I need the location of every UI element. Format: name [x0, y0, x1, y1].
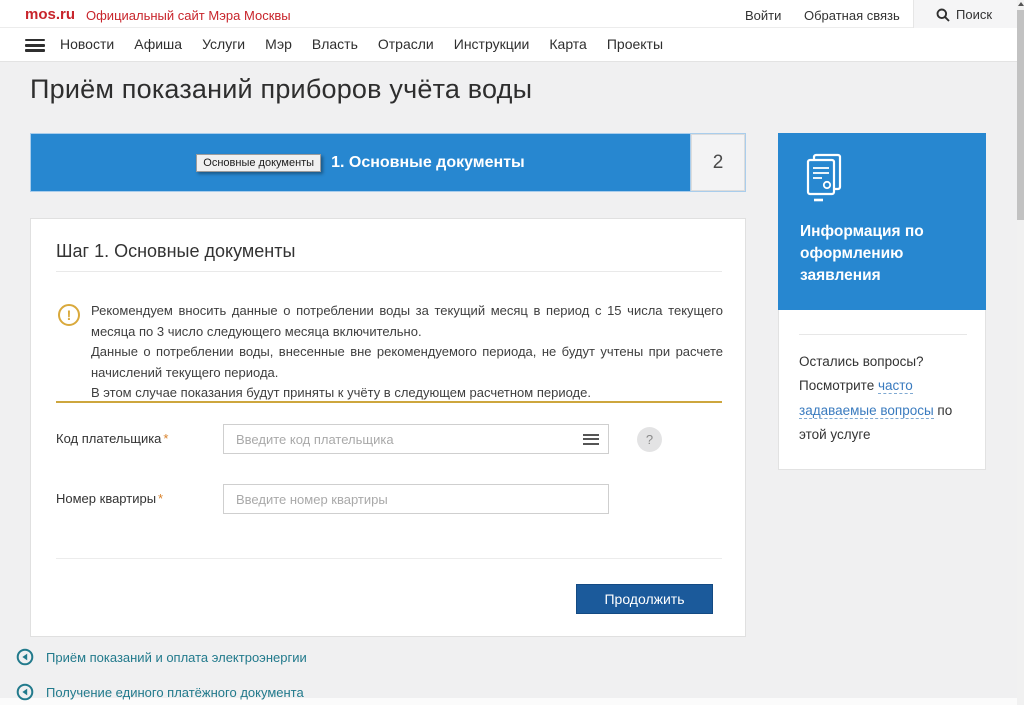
nav-item-authority[interactable]: Власть	[312, 36, 358, 52]
scrollbar-thumb[interactable]	[1017, 10, 1024, 220]
circle-arrow-icon	[16, 648, 34, 666]
nav-item-projects[interactable]: Проекты	[607, 36, 663, 52]
application-info-card[interactable]: Информация по оформлению заявления	[778, 133, 986, 310]
top-header: mos.ru Официальный сайт Мэра Москвы Войт…	[0, 0, 1017, 28]
page: mos.ru Официальный сайт Мэра Москвы Войт…	[0, 0, 1024, 705]
divider	[56, 271, 722, 272]
sidebar: Информация по оформлению заявления Остал…	[778, 133, 986, 470]
help-icon[interactable]: ?	[637, 427, 662, 452]
faq-card: Остались вопросы? Посмотрите часто задав…	[778, 310, 986, 470]
required-asterisk: *	[158, 491, 163, 506]
step-2-tab[interactable]: 2	[690, 134, 745, 191]
nav-item-map[interactable]: Карта	[549, 36, 586, 52]
warning-icon: !	[58, 304, 80, 326]
payer-code-label: Код плательщика*	[56, 431, 168, 446]
notice-text: Рекомендуем вносить данные о потреблении…	[91, 301, 723, 404]
step-progress-bar: Основные документы 1. Основные документы…	[30, 133, 746, 192]
mos-ru-logo[interactable]: mos.ru	[25, 6, 75, 23]
nav-item-news[interactable]: Новости	[60, 36, 114, 52]
circle-arrow-icon	[16, 683, 34, 701]
nav-item-instructions[interactable]: Инструкции	[454, 36, 530, 52]
step-heading: Шаг 1. Основные документы	[56, 241, 295, 262]
main-nav: Новости Афиша Услуги Мэр Власть Отрасли …	[0, 28, 1017, 62]
divider	[799, 334, 967, 335]
form-card: Шаг 1. Основные документы ! Рекомендуем …	[30, 218, 746, 637]
required-asterisk: *	[163, 431, 168, 446]
continue-button[interactable]: Продолжить	[576, 584, 713, 614]
related-link-epd[interactable]: Получение единого платёжного документа	[16, 683, 304, 701]
related-link-electricity[interactable]: Приём показаний и оплата электроэнергии	[16, 648, 307, 666]
nav-item-services[interactable]: Услуги	[202, 36, 245, 52]
application-info-label: Информация по оформлению заявления	[800, 221, 960, 287]
step-1-label: 1. Основные документы	[331, 154, 525, 172]
gold-divider	[56, 401, 722, 403]
faq-title: Остались вопросы?	[799, 354, 924, 369]
page-title: Приём показаний приборов учёта воды	[30, 74, 532, 105]
scrollbar[interactable]	[1017, 0, 1024, 705]
login-link[interactable]: Войти	[745, 8, 781, 23]
documents-icon	[800, 151, 848, 203]
divider	[56, 558, 722, 559]
notice-line: Данные о потреблении воды, внесенные вне…	[91, 342, 723, 383]
flat-number-label: Номер квартиры*	[56, 491, 163, 506]
flat-number-input[interactable]	[223, 484, 609, 514]
feedback-link[interactable]: Обратная связь	[804, 8, 900, 23]
tooltip: Основные документы	[196, 154, 321, 172]
search-icon	[936, 8, 950, 22]
faq-text: Остались вопросы? Посмотрите часто задав…	[799, 350, 969, 447]
nav-item-industries[interactable]: Отрасли	[378, 36, 434, 52]
payer-code-input[interactable]	[223, 424, 609, 454]
search-label: Поиск	[956, 7, 992, 22]
menu-icon[interactable]	[25, 39, 45, 52]
input-list-icon[interactable]	[583, 434, 599, 445]
notice-line: Рекомендуем вносить данные о потреблении…	[91, 301, 723, 342]
site-subtitle: Официальный сайт Мэра Москвы	[86, 8, 291, 23]
nav-item-afisha[interactable]: Афиша	[134, 36, 182, 52]
scroll-up-arrow[interactable]	[1018, 2, 1024, 6]
step-1-tab[interactable]: Основные документы 1. Основные документы	[31, 134, 690, 191]
nav-item-mayor[interactable]: Мэр	[265, 36, 292, 52]
